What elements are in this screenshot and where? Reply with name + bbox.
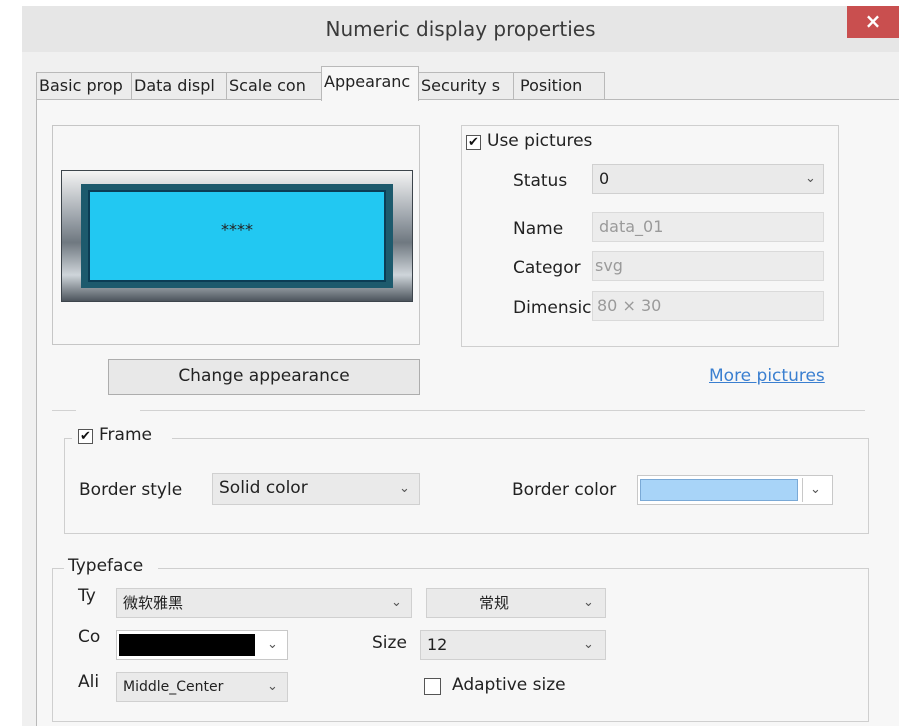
tab-security[interactable]: Security s (418, 72, 514, 100)
chevron-down-icon: ⌄ (267, 679, 278, 694)
window-title: Numeric display properties (325, 17, 596, 41)
font-size-select[interactable]: 12 ⌄ (420, 630, 606, 660)
tab-appearance[interactable]: Appearanc (321, 66, 419, 101)
status-select[interactable]: 0 ⌄ (592, 164, 824, 194)
status-value: 0 (599, 169, 610, 188)
name-label: Name (513, 219, 564, 239)
border-color-picker[interactable]: ⌄ (637, 475, 833, 505)
preview-text: **** (221, 220, 253, 239)
border-color-label: Border color (512, 480, 617, 500)
use-pictures-checkbox[interactable]: ✔ (466, 135, 481, 150)
frame-label: Frame (99, 425, 152, 445)
type-label: Ty (78, 586, 96, 606)
separator-gap (76, 404, 140, 416)
check-icon: ✔ (80, 429, 91, 444)
font-size-value: 12 (427, 635, 448, 654)
separator (52, 410, 865, 411)
typeface-legend: Typeface (68, 556, 144, 576)
close-icon: × (864, 9, 882, 33)
font-color-picker[interactable]: ⌄ (116, 630, 288, 660)
chevron-down-icon: ⌄ (583, 595, 594, 610)
name-field: data_01 (592, 212, 824, 242)
tab-basic-properties[interactable]: Basic prop (36, 72, 132, 100)
align-select[interactable]: Middle_Center ⌄ (116, 672, 288, 702)
adaptive-size-checkbox[interactable] (424, 678, 441, 695)
color-label: Co (78, 627, 101, 647)
tab-position[interactable]: Position (513, 72, 605, 100)
picker-divider (802, 478, 803, 502)
tab-scale-config[interactable]: Scale con (226, 72, 322, 100)
check-icon: ✔ (468, 135, 479, 150)
category-label: Categor (513, 258, 581, 278)
change-appearance-button[interactable]: Change appearance (108, 359, 420, 395)
more-pictures-link[interactable]: More pictures (709, 366, 825, 386)
dimension-label: Dimensic (513, 298, 592, 318)
dimension-field: 80 × 30 (592, 291, 824, 321)
font-family-select[interactable]: 微软雅黑 ⌄ (116, 588, 412, 618)
adaptive-size-label: Adaptive size (452, 675, 566, 695)
border-color-swatch (640, 479, 798, 501)
frame-checkbox[interactable]: ✔ (78, 429, 93, 444)
use-pictures-label: Use pictures (487, 131, 593, 151)
chevron-down-icon: ⌄ (805, 171, 816, 186)
status-label: Status (513, 171, 568, 191)
border-style-label: Border style (79, 480, 183, 500)
chevron-down-icon: ⌄ (391, 595, 402, 610)
font-style-select[interactable]: 常规 ⌄ (426, 588, 606, 618)
font-family-value: 微软雅黑 (123, 594, 184, 612)
border-style-value: Solid color (219, 478, 308, 498)
border-style-select[interactable]: Solid color ⌄ (212, 473, 420, 505)
chevron-down-icon: ⌄ (399, 481, 410, 496)
chevron-down-icon: ⌄ (810, 482, 821, 497)
category-field: svg (592, 251, 824, 281)
align-label: Ali (78, 672, 100, 692)
chevron-down-icon: ⌄ (583, 637, 594, 652)
align-value: Middle_Center (123, 679, 224, 695)
size-label: Size (372, 633, 407, 653)
close-button[interactable]: × (847, 6, 899, 38)
font-color-swatch (119, 634, 255, 656)
tab-data-display[interactable]: Data displ (131, 72, 227, 100)
chevron-down-icon: ⌄ (267, 637, 278, 652)
font-style-value: 常规 (479, 594, 510, 612)
